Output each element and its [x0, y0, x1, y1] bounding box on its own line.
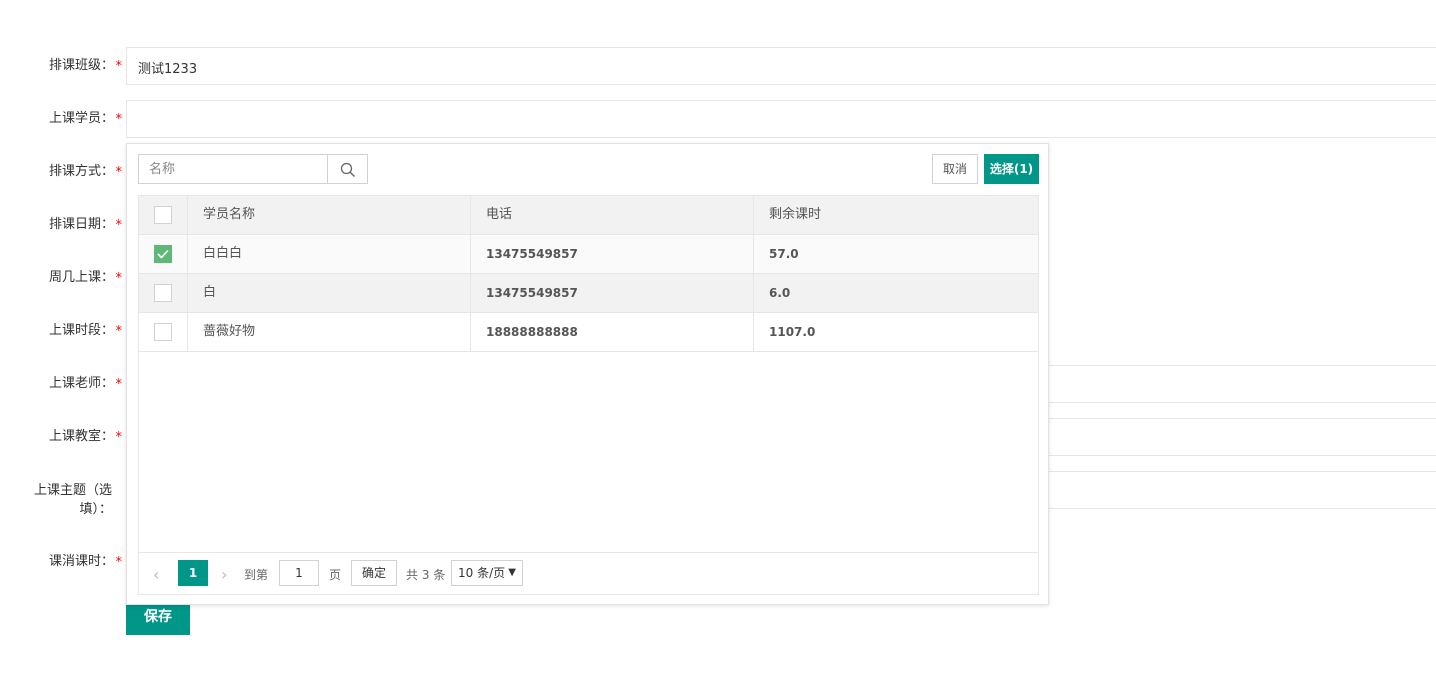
- label-mode: 排课方式： *: [48, 164, 122, 180]
- student-name: 白白白: [188, 235, 471, 273]
- required-mark: *: [115, 324, 123, 339]
- search-input[interactable]: [139, 155, 327, 183]
- class-value: 测试1233: [138, 62, 198, 77]
- label-students: 上课学员： *: [48, 111, 122, 127]
- class-select[interactable]: 测试1233: [126, 47, 1436, 85]
- column-header-hours: 剩余课时: [769, 207, 822, 222]
- label-class: 排课班级： *: [48, 58, 122, 74]
- pagination: ‹ 1 › 到第 1 页 确定 共 3 条 10 条/页 ▼: [139, 552, 1038, 594]
- student-hours: 6.0: [769, 286, 791, 300]
- student-hours: 1107.0: [769, 325, 816, 339]
- cancel-button[interactable]: 取消: [932, 154, 978, 184]
- required-mark: *: [115, 555, 123, 570]
- check-icon: [157, 249, 169, 259]
- required-mark: *: [115, 59, 123, 74]
- search-icon: [340, 162, 355, 177]
- students-field[interactable]: [126, 100, 1436, 138]
- required-mark: *: [115, 377, 123, 392]
- label-date: 排课日期： *: [48, 217, 122, 233]
- room-select[interactable]: [1049, 418, 1436, 456]
- required-mark: *: [115, 430, 123, 445]
- table-header: 学员名称 电话 剩余课时: [139, 196, 1038, 235]
- student-name: 蔷薇好物: [188, 313, 471, 351]
- topic-input[interactable]: [1049, 471, 1436, 509]
- table-row[interactable]: 蔷薇好物 18888888888 1107.0: [139, 313, 1038, 352]
- label-hours: 课消课时： *: [48, 554, 122, 570]
- required-mark: *: [115, 271, 123, 286]
- student-picker-popup: 取消 选择(1) 学员名称 电话 剩余课时 白白白 13475549857 57…: [126, 143, 1049, 605]
- total-count: 共 3 条: [406, 568, 446, 582]
- search-button[interactable]: [327, 154, 368, 184]
- required-mark: *: [115, 165, 123, 180]
- label-topic: 上课主题（选 填）：: [33, 483, 112, 517]
- column-header-phone: 电话: [471, 196, 754, 234]
- student-hours: 57.0: [769, 247, 799, 261]
- label-period: 上课时段： *: [48, 323, 122, 339]
- student-phone: 18888888888: [471, 313, 754, 351]
- page-unit-label: 页: [329, 568, 342, 582]
- page-size-value: 10 条/页: [458, 566, 506, 580]
- required-mark: *: [115, 218, 123, 233]
- row-checkbox[interactable]: [154, 284, 172, 302]
- current-page[interactable]: 1: [178, 560, 208, 586]
- label-teacher: 上课老师： *: [48, 376, 122, 392]
- student-phone: 13475549857: [471, 274, 754, 312]
- chevron-left-icon[interactable]: ‹: [153, 565, 159, 584]
- student-name: 白: [188, 274, 471, 312]
- caret-down-icon: ▼: [508, 567, 516, 578]
- required-mark: *: [115, 112, 123, 127]
- goto-page-input[interactable]: 1: [279, 560, 319, 586]
- goto-confirm-button[interactable]: 确定: [351, 560, 397, 586]
- goto-label: 到第: [244, 568, 269, 582]
- label-weekday: 周几上课： *: [48, 270, 122, 286]
- table-row[interactable]: 白白白 13475549857 57.0: [139, 235, 1038, 274]
- teacher-select[interactable]: [1049, 365, 1436, 403]
- student-table: 学员名称 电话 剩余课时 白白白 13475549857 57.0 白 1347…: [138, 195, 1039, 595]
- row-checkbox[interactable]: [154, 323, 172, 341]
- page-size-select[interactable]: 10 条/页 ▼: [451, 560, 523, 586]
- label-room: 上课教室： *: [48, 429, 122, 445]
- table-row[interactable]: 白 13475549857 6.0: [139, 274, 1038, 313]
- select-button[interactable]: 选择(1): [984, 154, 1039, 184]
- column-header-name: 学员名称: [188, 196, 471, 234]
- chevron-right-icon[interactable]: ›: [221, 565, 227, 584]
- row-checkbox[interactable]: [154, 245, 172, 263]
- search-box: [138, 154, 328, 184]
- select-all-checkbox[interactable]: [154, 206, 172, 224]
- student-phone: 13475549857: [471, 235, 754, 273]
